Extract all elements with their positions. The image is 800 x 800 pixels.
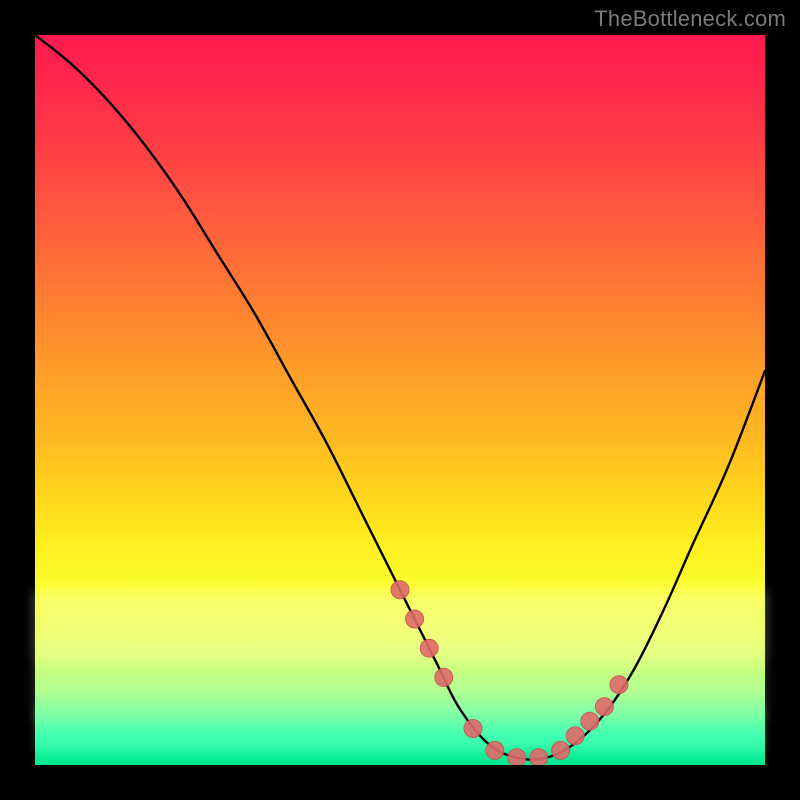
attribution-label: TheBottleneck.com [594,6,786,32]
marker-point [530,749,548,765]
marker-point [406,610,424,628]
marker-point [581,712,599,730]
highlight-markers [391,581,628,765]
bottleneck-curve [35,35,765,760]
chart-svg [35,35,765,765]
marker-point [566,727,584,745]
marker-point [508,749,526,765]
marker-point [435,668,453,686]
marker-point [486,741,504,759]
marker-point [552,741,570,759]
marker-point [464,720,482,738]
marker-point [420,639,438,657]
plot-area [35,35,765,765]
chart-stage: TheBottleneck.com [0,0,800,800]
marker-point [595,698,613,716]
marker-point [391,581,409,599]
marker-point [610,676,628,694]
